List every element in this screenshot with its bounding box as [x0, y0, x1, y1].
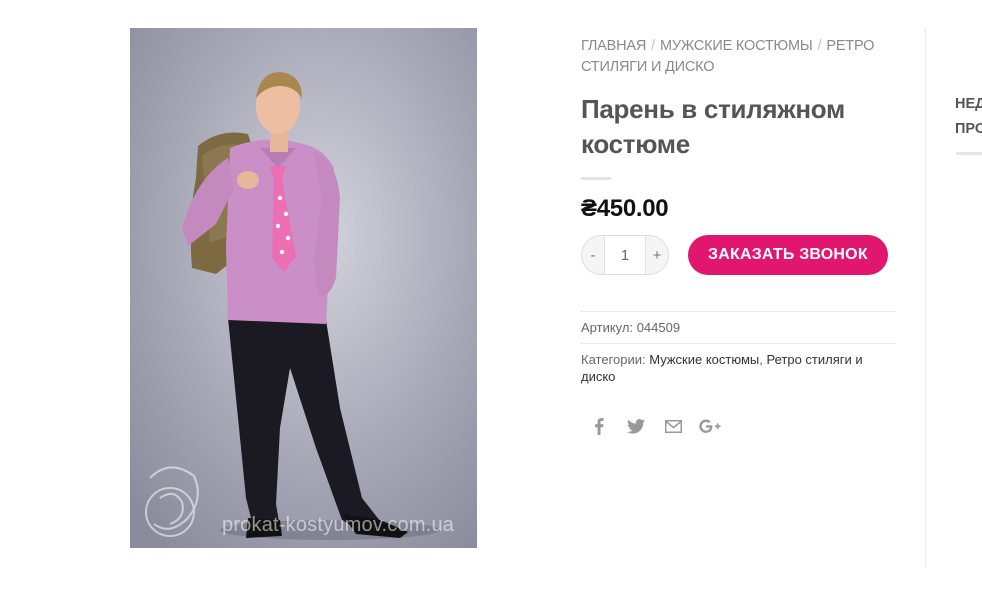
facebook-icon[interactable]: [587, 414, 611, 438]
sidebar-title-divider: [956, 152, 982, 155]
quantity-increase-button[interactable]: +: [646, 236, 668, 274]
currency-symbol: ₴: [581, 195, 597, 222]
product-summary: Главная / Мужские костюмы / Ретро стиляги и …: [581, 36, 901, 438]
breadcrumb-home[interactable]: Главная: [581, 38, 646, 54]
add-to-cart-row: - 1 + ЗАКАЗАТЬ ЗВОНОК: [581, 235, 901, 275]
category-link-mens-suits[interactable]: Мужские костюмы: [649, 352, 759, 367]
product-title: Парень в стиляжном костюме: [581, 94, 845, 159]
quantity-stepper: - 1 +: [581, 235, 669, 275]
breadcrumb: Главная / Мужские костюмы / Ретро стиляги и …: [581, 36, 901, 78]
sku-value: 044509: [636, 320, 681, 335]
sidebar-title-line2: ПРО: [955, 121, 982, 137]
categories-row: Категории: Мужские костюмы, Ретро стиляг…: [581, 343, 895, 392]
image-watermark: prokat-kostyumov.com.ua: [222, 514, 455, 536]
product-image[interactable]: prokat-kostyumov.com.ua: [130, 28, 477, 548]
email-icon[interactable]: [661, 414, 685, 438]
product-photo-illustration: [130, 28, 477, 548]
share-icons: [581, 414, 901, 438]
quantity-decrease-button[interactable]: -: [582, 236, 604, 274]
product-page: prokat-kostyumov.com.ua Главная / Мужские …: [0, 0, 982, 597]
quantity-input[interactable]: 1: [604, 236, 646, 274]
title-divider: [581, 177, 611, 180]
breadcrumb-separator: /: [817, 38, 822, 54]
sidebar-title-line1: НЕД: [955, 96, 982, 112]
sku-label: Артикул:: [581, 320, 634, 335]
breadcrumb-mens-suits[interactable]: Мужские костюмы: [660, 38, 813, 54]
google-plus-icon[interactable]: [698, 414, 722, 438]
price-value: 450.00: [596, 195, 669, 222]
breadcrumb-separator: /: [651, 38, 655, 54]
sku-row: Артикул: 044509: [581, 311, 895, 343]
sidebar-divider-line: [925, 28, 926, 568]
product-price: ₴450.00: [581, 195, 901, 223]
product-meta: Артикул: 044509 Категории: Мужские костю…: [581, 311, 895, 392]
twitter-icon[interactable]: [624, 414, 648, 438]
order-call-button[interactable]: ЗАКАЗАТЬ ЗВОНОК: [688, 235, 888, 275]
categories-label: Категории:: [581, 352, 646, 367]
